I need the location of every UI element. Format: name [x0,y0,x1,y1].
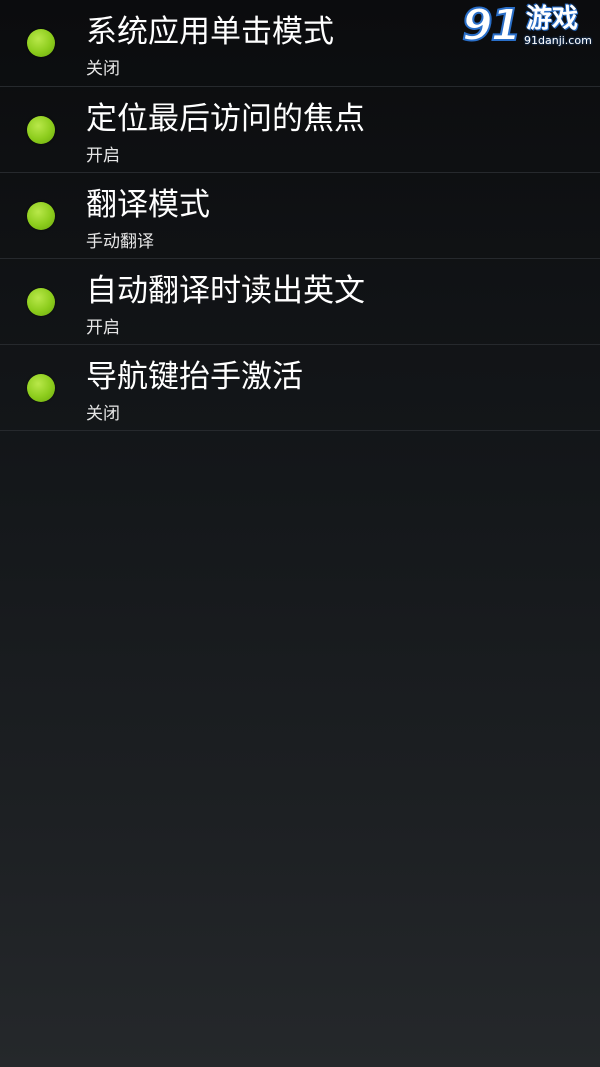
green-dot-icon [27,374,55,402]
green-dot-icon [27,29,55,57]
setting-item-read-english-on-auto-translate[interactable]: 自动翻译时读出英文 开启 [0,259,600,345]
green-dot-icon [27,202,55,230]
setting-title: 翻译模式 [86,187,210,223]
setting-summary: 关闭 [86,404,120,424]
setting-item-nav-key-release-activate[interactable]: 导航键抬手激活 关闭 [0,345,600,431]
watermark-logo: 91 游戏 91danji.com [461,0,598,52]
setting-title: 自动翻译时读出英文 [86,273,365,309]
setting-title: 定位最后访问的焦点 [86,101,365,137]
setting-item-locate-last-focus[interactable]: 定位最后访问的焦点 开启 [0,87,600,173]
settings-list: 系统应用单击模式 关闭 定位最后访问的焦点 开启 翻译模式 手动翻译 自动翻译时… [0,0,600,431]
watermark-name: 游戏 [526,4,579,34]
setting-summary: 开启 [86,318,120,338]
green-dot-icon [27,288,55,316]
green-dot-icon [27,116,55,144]
setting-title: 系统应用单击模式 [86,14,334,50]
setting-item-translation-mode[interactable]: 翻译模式 手动翻译 [0,173,600,259]
setting-title: 导航键抬手激活 [86,359,303,395]
setting-summary: 手动翻译 [86,232,154,252]
watermark-url: 91danji.com [524,34,592,47]
setting-summary: 关闭 [86,59,120,79]
setting-summary: 开启 [86,146,120,166]
watermark-number: 91 [461,0,522,51]
